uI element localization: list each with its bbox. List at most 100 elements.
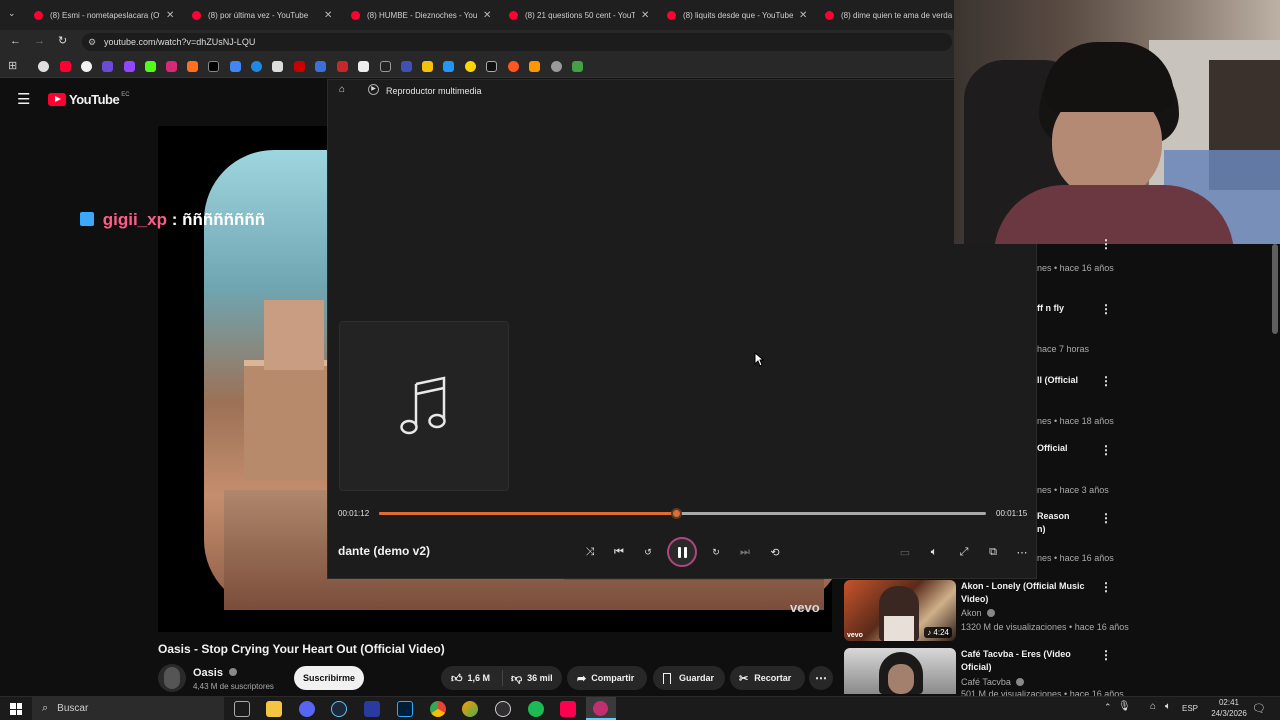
channel-name[interactable]: Café Tacvba	[961, 677, 1011, 687]
channel-name[interactable]: Oasis	[193, 667, 223, 679]
browser-tab[interactable]: (8) dime quien te ama de verda	[825, 4, 961, 26]
close-tab-icon[interactable]: ✕	[483, 10, 491, 21]
more-options-icon[interactable]: ⋯	[1012, 542, 1032, 562]
subscribe-button[interactable]: Suscribirme	[294, 666, 364, 690]
forward-icon[interactable]: →	[34, 35, 45, 47]
bookmark-icon[interactable]	[508, 61, 519, 72]
microphone-icon[interactable]: 🎙︎	[1118, 701, 1131, 712]
clock-time[interactable]: 02:41	[1214, 698, 1244, 707]
bookmark-icon[interactable]	[81, 61, 92, 72]
browser-tab[interactable]: (8) 21 questions 50 cent - YouT ✕	[509, 4, 649, 26]
bookmark-icon[interactable]	[124, 61, 135, 72]
recommendation-title[interactable]: ll (Official	[1037, 375, 1078, 385]
url-field[interactable]: ⚙ youtube.com/watch?v=dhZUsNJ-LQU	[82, 33, 952, 51]
recommendation-title[interactable]: Akon - Lonely (Official Music	[961, 581, 1085, 591]
obs-icon[interactable]	[495, 701, 511, 717]
photoshop-icon[interactable]	[397, 701, 413, 717]
spotify-icon[interactable]	[528, 701, 544, 717]
file-explorer-icon[interactable]	[266, 701, 282, 717]
rewind-10-icon[interactable]: ↺	[638, 542, 658, 562]
more-actions-icon[interactable]: ⋮	[1100, 236, 1112, 252]
save-button[interactable]: Guardar	[653, 666, 725, 690]
task-view-icon[interactable]	[234, 701, 250, 717]
channel-avatar[interactable]	[158, 664, 186, 692]
bookmark-icon[interactable]	[443, 61, 454, 72]
browser-icon[interactable]	[462, 701, 478, 717]
repeat-off-icon[interactable]: ⟲	[765, 542, 785, 562]
bookmark-icon[interactable]	[380, 61, 391, 72]
more-actions-icon[interactable]: ⋮	[1100, 301, 1112, 317]
close-tab-icon[interactable]: ✕	[641, 10, 649, 21]
mini-player-icon[interactable]: ⧉	[983, 542, 1003, 562]
tray-expand-icon[interactable]: ⌃	[1104, 702, 1112, 713]
tab-search-icon[interactable]: ⌄	[8, 8, 16, 19]
bookmark-icon[interactable]	[422, 61, 433, 72]
bookmark-icon[interactable]	[102, 61, 113, 72]
close-tab-icon[interactable]: ✕	[166, 10, 174, 21]
recommendation-thumbnail[interactable]: vevo ♪ 4:24	[844, 580, 956, 641]
bookmark-icon[interactable]	[294, 61, 305, 72]
language-indicator[interactable]: ESP	[1182, 704, 1198, 713]
bookmark-icon[interactable]	[166, 61, 177, 72]
youtube-logo[interactable]: YouTube EC	[48, 92, 130, 107]
notifications-icon[interactable]: 🗨︎	[1252, 702, 1266, 715]
bookmark-icon[interactable]	[208, 61, 219, 72]
more-actions-icon[interactable]: ⋮	[1100, 647, 1112, 663]
bookmark-icon[interactable]	[551, 61, 562, 72]
page-scrollbar[interactable]	[1272, 244, 1278, 334]
bookmark-icon[interactable]	[251, 61, 262, 72]
browser-tab[interactable]: (8) HUMBE - Dieznoches - YouT ✕	[351, 4, 491, 26]
bookmark-icon[interactable]	[315, 61, 326, 72]
volume-icon[interactable]: 🔈︎	[924, 542, 944, 562]
share-button[interactable]: ➦ Compartir	[567, 666, 647, 690]
chrome-icon[interactable]	[430, 701, 446, 717]
pause-button[interactable]	[667, 537, 697, 567]
reload-icon[interactable]: ↻	[58, 34, 67, 47]
clip-button[interactable]: ✂ Recortar	[730, 666, 805, 690]
bookmark-icon[interactable]	[187, 61, 198, 72]
tiktok-icon[interactable]	[560, 701, 576, 717]
recommendation-title[interactable]: Reason	[1037, 511, 1070, 521]
bookmark-icon[interactable]	[38, 61, 49, 72]
discord-icon[interactable]	[299, 701, 315, 717]
menu-icon[interactable]: ☰	[17, 90, 30, 108]
volume-icon[interactable]: 🔈︎	[1165, 701, 1171, 712]
site-info-icon[interactable]: ⚙	[88, 33, 96, 51]
recommendation-title[interactable]: Official	[1037, 443, 1068, 453]
bookmark-icon[interactable]	[145, 61, 156, 72]
browser-tab[interactable]: (8) liquits desde que - YouTube ✕	[667, 4, 807, 26]
bookmark-icon[interactable]	[401, 61, 412, 72]
forward-30-icon[interactable]: ↻	[706, 542, 726, 562]
taskbar-search-box[interactable]: ⌕ Buscar	[32, 697, 224, 720]
windows-start-icon[interactable]	[10, 703, 22, 715]
shuffle-icon[interactable]: ⤨	[580, 542, 600, 562]
bookmark-icon[interactable]	[337, 61, 348, 72]
more-actions-icon[interactable]: ⋮	[1100, 373, 1112, 389]
previous-track-icon[interactable]: ⏮	[609, 542, 629, 562]
more-actions-icon[interactable]: ⋮	[1100, 510, 1112, 526]
steam-icon[interactable]	[331, 701, 347, 717]
bookmark-icon[interactable]	[572, 61, 583, 72]
channel-name[interactable]: Akon	[961, 608, 982, 618]
more-actions-icon[interactable]: ⋮	[1100, 442, 1112, 458]
more-actions-button[interactable]: ⋯	[809, 666, 833, 690]
browser-tab[interactable]: (8) por última vez - YouTube ✕	[192, 4, 332, 26]
bookmark-icon[interactable]	[230, 61, 241, 72]
vegas-icon[interactable]	[364, 701, 380, 717]
bookmark-icon[interactable]	[465, 61, 476, 72]
browser-tab[interactable]: (8) Esmi - nometapeslacara (Of ✕	[34, 4, 174, 26]
media-player-taskbar-button[interactable]	[586, 697, 616, 720]
seek-thumb[interactable]	[671, 508, 683, 519]
bookmark-icon[interactable]	[529, 61, 540, 72]
back-icon[interactable]: ←	[10, 35, 21, 47]
recommendation-title[interactable]: Café Tacvba - Eres (Video	[961, 649, 1071, 659]
network-icon[interactable]: ⌂	[1150, 701, 1156, 712]
captions-icon[interactable]: ▭	[895, 542, 915, 562]
close-tab-icon[interactable]: ✕	[799, 10, 807, 21]
recommendation-title[interactable]: ff n fly	[1037, 303, 1064, 313]
dislike-button[interactable]: 👎︎ 36 mil	[503, 672, 553, 685]
recommendation-thumbnail[interactable]	[844, 648, 956, 694]
home-icon[interactable]: ⌂	[339, 84, 345, 95]
like-button[interactable]: 👍︎ 1,6 M	[441, 670, 503, 686]
apps-grid-icon[interactable]: ⊞	[8, 59, 17, 72]
